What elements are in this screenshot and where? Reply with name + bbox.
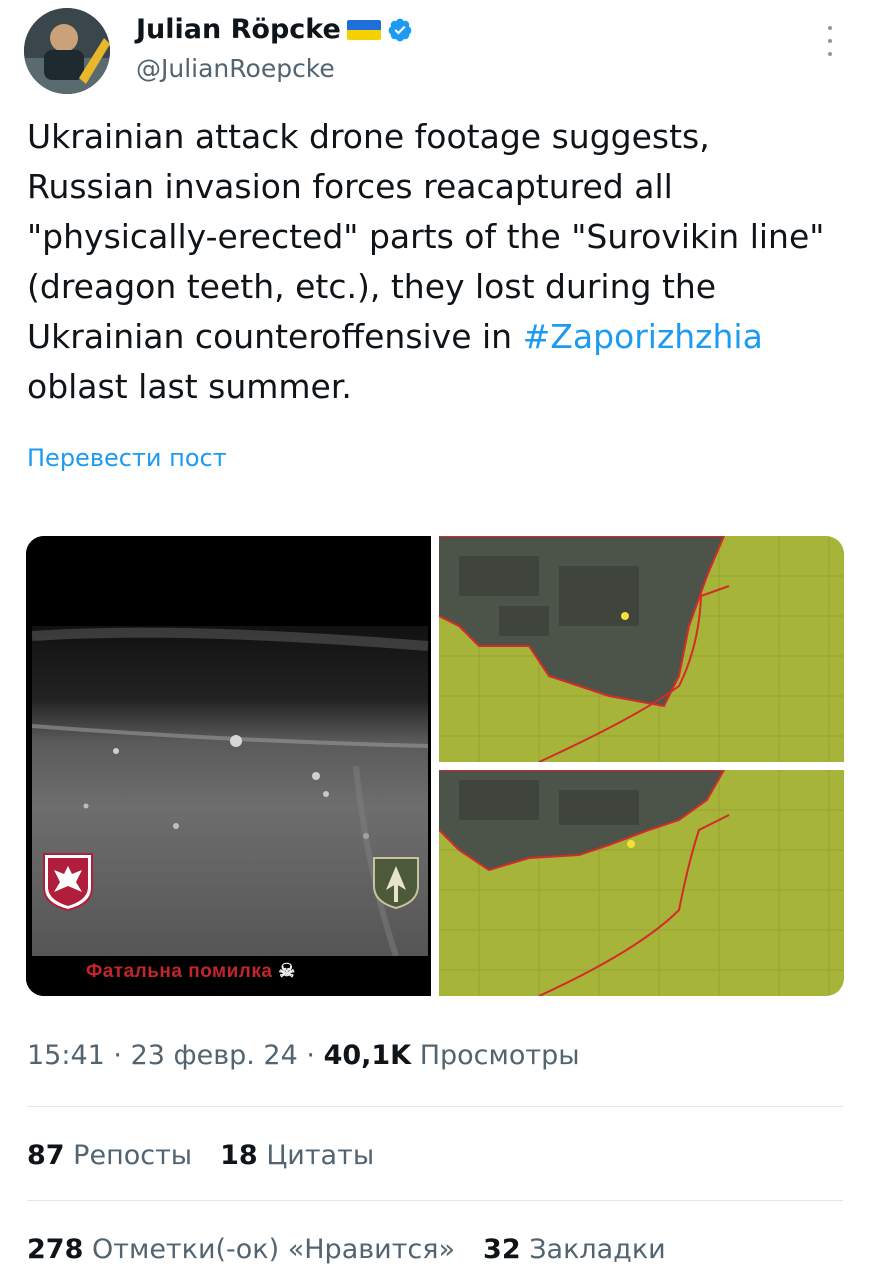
views-label: Просмотры: [419, 1040, 580, 1071]
likes-count: 278: [27, 1234, 84, 1265]
media-grid[interactable]: Фатальна помилка ☠: [26, 536, 844, 996]
drone-footage-video[interactable]: Фатальна помилка ☠: [26, 536, 431, 996]
reposts-label: Репосты: [73, 1140, 193, 1171]
views-count: 40,1K: [323, 1040, 412, 1071]
tweet-text: Ukrainian attack drone footage suggests,…: [27, 112, 842, 412]
likes-label: Отметки(-ок) «Нравится»: [91, 1234, 456, 1265]
meta-separator: ·: [306, 1040, 324, 1071]
bookmarks-count: 32: [483, 1234, 521, 1265]
author-handle[interactable]: @JulianRoepcke: [136, 54, 335, 83]
eagle-emblem-icon: [43, 853, 93, 912]
quotes-label: Цитаты: [266, 1140, 375, 1171]
shield-emblem-icon: [373, 857, 419, 910]
skull-icon: ☠: [278, 961, 296, 982]
bookmarks-label: Закладки: [529, 1234, 666, 1265]
author-name[interactable]: Julian Röpcke: [136, 14, 341, 45]
more-options-icon[interactable]: [825, 26, 835, 56]
verified-badge-icon[interactable]: [387, 17, 413, 43]
repost-quote-stats: 87 Репосты 18 Цитаты: [27, 1140, 374, 1171]
quotes-count: 18: [220, 1140, 258, 1171]
bookmarks-stat[interactable]: 32 Закладки: [483, 1234, 666, 1265]
frontline-map-before[interactable]: [438, 536, 844, 763]
post-date[interactable]: 23 февр. 24: [131, 1040, 298, 1071]
post-time[interactable]: 15:41: [27, 1040, 105, 1071]
video-caption-text: Фатальна помилка: [86, 961, 273, 982]
meta-separator: ·: [113, 1040, 131, 1071]
divider: [27, 1200, 843, 1201]
post-meta: 15:41 · 23 февр. 24 · 40,1K Просмотры: [27, 1040, 580, 1071]
author-name-row: Julian Röpcke: [136, 14, 413, 45]
divider: [27, 1106, 843, 1107]
translate-post-link[interactable]: Перевести пост: [27, 444, 227, 472]
likes-bookmarks-stats: 278 Отметки(-ок) «Нравится» 32 Закладки: [27, 1234, 666, 1265]
quotes-stat[interactable]: 18 Цитаты: [220, 1140, 374, 1171]
likes-stat[interactable]: 278 Отметки(-ок) «Нравится»: [27, 1234, 455, 1265]
author-avatar[interactable]: [24, 8, 110, 94]
tweet-text-tail: oblast last summer.: [27, 367, 352, 406]
reposts-count: 87: [27, 1140, 65, 1171]
hashtag-link[interactable]: #Zaporizhzhia: [523, 317, 763, 356]
ukraine-flag-icon: [346, 19, 381, 40]
reposts-stat[interactable]: 87 Репосты: [27, 1140, 192, 1171]
video-caption: Фатальна помилка ☠: [86, 960, 296, 983]
frontline-map-after[interactable]: [438, 769, 844, 996]
